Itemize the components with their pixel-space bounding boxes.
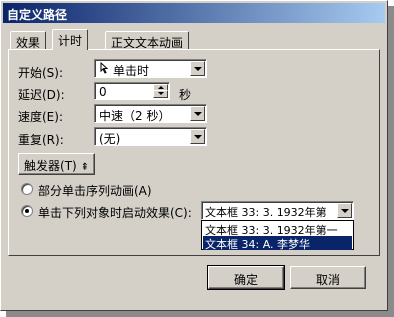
- window-title: 自定义路径: [7, 8, 68, 22]
- trigger-object-list: 文本框 33: 3. 1932年第一 文本框 34: A. 李梦华: [201, 220, 354, 250]
- tab-timing[interactable]: 计时: [52, 29, 89, 50]
- title-bar[interactable]: 自定义路径: [3, 3, 385, 23]
- list-item-selected[interactable]: 文本框 34: A. 李梦华: [203, 236, 352, 250]
- custom-path-dialog: 自定义路径 效果 计时 正文文本动画 开始(S): 单击时 延迟(D): 0 秒…: [0, 0, 388, 311]
- tab-text-animation[interactable]: 正文文本动画: [105, 31, 190, 50]
- window-shadow-right: [388, 6, 394, 317]
- tab-effect[interactable]: 效果: [10, 31, 47, 50]
- window-shadow-bottom: [6, 311, 394, 317]
- cancel-button[interactable]: 取消: [290, 266, 366, 289]
- list-item[interactable]: 文本框 33: 3. 1932年第一: [203, 222, 352, 236]
- ok-button[interactable]: 确定: [207, 265, 285, 290]
